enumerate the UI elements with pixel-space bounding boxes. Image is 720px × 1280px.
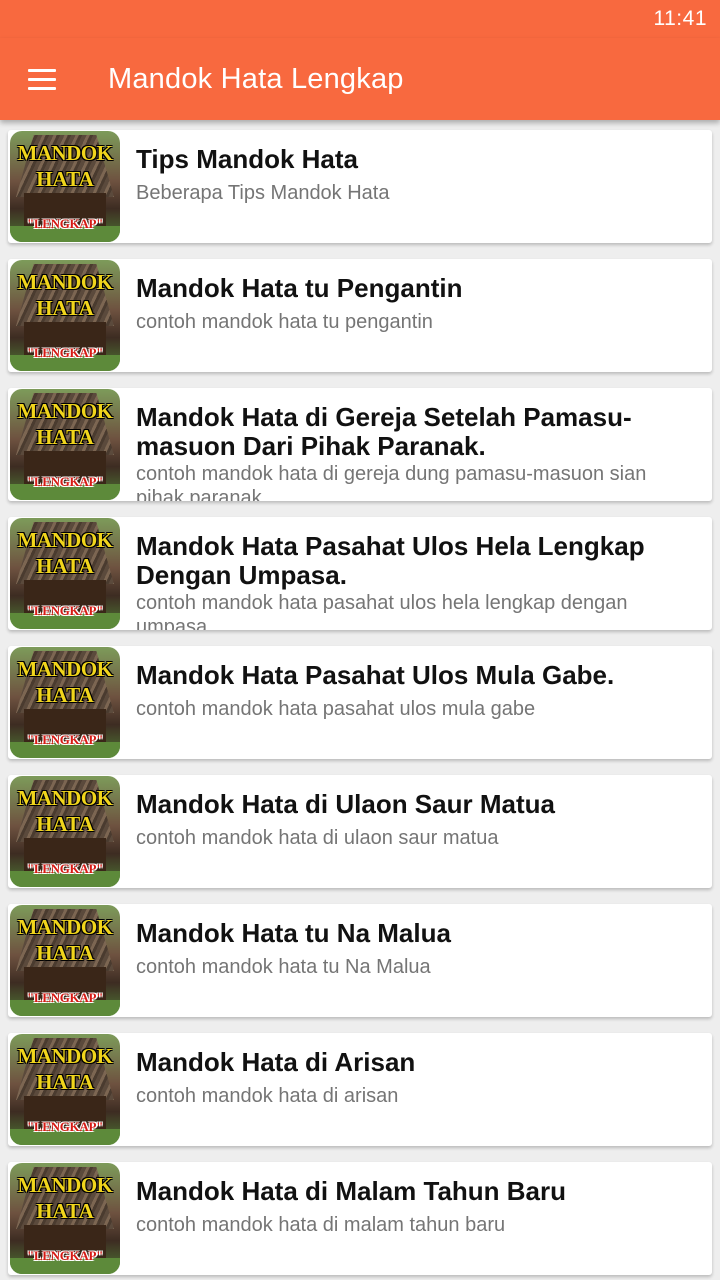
list-item[interactable]: MANDOK HATA "LENGKAP" Mandok Hata di Gereja…	[8, 388, 712, 501]
hamburger-menu-icon[interactable]	[22, 60, 62, 100]
list-item-title: Mandok Hata Pasahat Ulos Hela Lengkap De…	[136, 531, 645, 590]
status-time: 11:41	[653, 7, 707, 30]
list-item[interactable]: MANDOK HATA "LENGKAP" Mandok Hata di Arisan…	[8, 1033, 712, 1146]
thumbnail-text-hata: HATA	[36, 941, 94, 965]
list-item-subtitle: contoh mandok hata di malam tahun baru	[136, 1214, 506, 1236]
list-item[interactable]: MANDOK HATA "LENGKAP" Mandok Hata di Malam …	[8, 1162, 712, 1275]
thumbnail-image: MANDOK HATA "LENGKAP"	[10, 647, 120, 758]
thumbnail-text-mandok: MANDOK	[17, 915, 114, 939]
thumbnail-image: MANDOK HATA "LENGKAP"	[10, 260, 120, 371]
thumbnail-text-hata: HATA	[36, 425, 94, 449]
list-item-subtitle: contoh mandok hata di gereja dung pamasu…	[136, 463, 647, 501]
thumbnail-text-lengkap: "LENGKAP"	[26, 1119, 104, 1134]
list-item[interactable]: MANDOK HATA "LENGKAP" Mandok Hata Pasahat U…	[8, 646, 712, 759]
list-item[interactable]: MANDOK HATA "LENGKAP" Mandok Hata Pasahat U…	[8, 517, 712, 630]
status-bar: 11:41	[0, 0, 720, 38]
thumbnail-text-mandok: MANDOK	[17, 399, 114, 423]
thumbnail-image: MANDOK HATA "LENGKAP"	[10, 389, 120, 500]
list-item-subtitle: contoh mandok hata pasahat ulos hela len…	[136, 592, 628, 630]
thumbnail-image: MANDOK HATA "LENGKAP"	[10, 1034, 120, 1145]
thumbnail-image: MANDOK HATA "LENGKAP"	[10, 1163, 120, 1274]
page-title: Mandok Hata Lengkap	[108, 63, 404, 95]
thumbnail-text-lengkap: "LENGKAP"	[26, 861, 104, 876]
list-item-subtitle: contoh mandok hata pasahat ulos mula gab…	[136, 698, 536, 720]
thumbnail-text-hata: HATA	[36, 167, 94, 191]
thumbnail-text-mandok: MANDOK	[17, 528, 114, 552]
thumbnail-text-lengkap: "LENGKAP"	[26, 1248, 104, 1263]
thumbnail-text-lengkap: "LENGKAP"	[26, 216, 104, 231]
thumbnail-image: MANDOK HATA "LENGKAP"	[10, 905, 120, 1016]
thumbnail-text-hata: HATA	[36, 1070, 94, 1094]
list-item-title: Mandok Hata di Ulaon Saur Matua	[136, 789, 555, 819]
list-item[interactable]: MANDOK HATA "LENGKAP" Tips Mandok Hata Beber…	[8, 130, 712, 243]
thumbnail-text-hata: HATA	[36, 812, 94, 836]
list-item-title: Tips Mandok Hata	[136, 144, 359, 174]
thumbnail-text-mandok: MANDOK	[17, 270, 114, 294]
thumbnail-text-mandok: MANDOK	[17, 1044, 114, 1068]
thumbnail-text-hata: HATA	[36, 683, 94, 707]
thumbnail-text-hata: HATA	[36, 296, 94, 320]
article-list[interactable]: MANDOK HATA "LENGKAP" Tips Mandok Hata Beber…	[0, 120, 720, 1280]
list-item-title: Mandok Hata tu Pengantin	[136, 273, 463, 303]
list-item-subtitle: contoh mandok hata tu Na Malua	[136, 956, 431, 978]
list-item-title: Mandok Hata Pasahat Ulos Mula Gabe.	[136, 660, 615, 690]
thumbnail-text-lengkap: "LENGKAP"	[26, 990, 104, 1005]
list-item[interactable]: MANDOK HATA "LENGKAP" Mandok Hata di Ulaon …	[8, 775, 712, 888]
thumbnail-image: MANDOK HATA "LENGKAP"	[10, 776, 120, 887]
list-item-title: Mandok Hata tu Na Malua	[136, 918, 451, 948]
thumbnail-text-lengkap: "LENGKAP"	[26, 474, 104, 489]
thumbnail-image: MANDOK HATA "LENGKAP"	[10, 131, 120, 242]
thumbnail-text-lengkap: "LENGKAP"	[26, 345, 104, 360]
list-item-subtitle: Beberapa Tips Mandok Hata	[136, 182, 390, 204]
thumbnail-text-mandok: MANDOK	[17, 657, 114, 681]
thumbnail-text-mandok: MANDOK	[17, 141, 114, 165]
list-item-title: Mandok Hata di Gereja Setelah Pamasu-mas…	[136, 402, 632, 461]
app-bar: Mandok Hata Lengkap	[0, 38, 720, 120]
thumbnail-text-lengkap: "LENGKAP"	[26, 603, 104, 618]
thumbnail-text-mandok: MANDOK	[17, 1173, 114, 1197]
list-item-title: Mandok Hata di Arisan	[136, 1047, 416, 1077]
list-item-title: Mandok Hata di Malam Tahun Baru	[136, 1176, 567, 1206]
list-item[interactable]: MANDOK HATA "LENGKAP" Mandok Hata tu Pengan…	[8, 259, 712, 372]
thumbnail-text-hata: HATA	[36, 554, 94, 578]
thumbnail-text-lengkap: "LENGKAP"	[26, 732, 104, 747]
thumbnail-image: MANDOK HATA "LENGKAP"	[10, 518, 120, 629]
list-item[interactable]: MANDOK HATA "LENGKAP" Mandok Hata tu Na Mal…	[8, 904, 712, 1017]
list-item-subtitle: contoh mandok hata tu pengantin	[136, 311, 433, 333]
list-item-subtitle: contoh mandok hata di arisan	[136, 1085, 399, 1107]
thumbnail-text-mandok: MANDOK	[17, 786, 114, 810]
list-item-subtitle: contoh mandok hata di ulaon saur matua	[136, 827, 499, 849]
thumbnail-text-hata: HATA	[36, 1199, 94, 1223]
